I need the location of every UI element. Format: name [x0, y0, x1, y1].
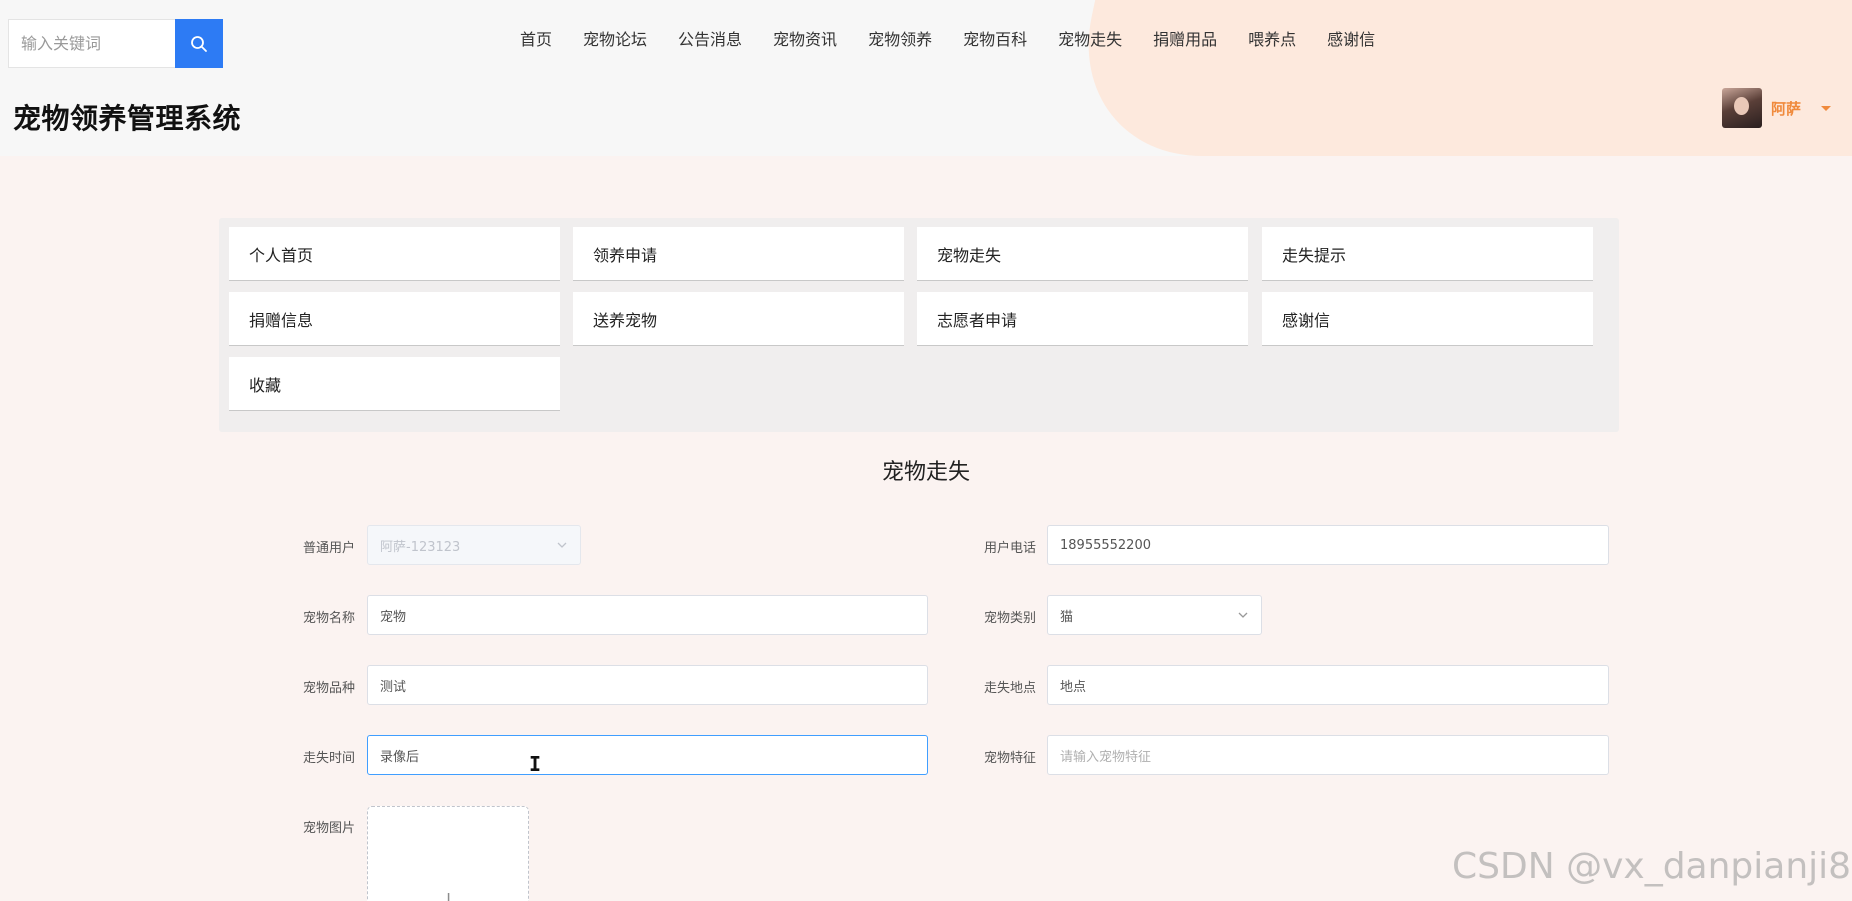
user-name[interactable]: 阿萨 [1771, 98, 1801, 119]
chevron-down-icon [1238, 612, 1248, 618]
search-input[interactable] [8, 19, 175, 68]
pet-type-label: 宠物类别 [983, 611, 1036, 626]
menu-item-rehome-pet[interactable]: 送养宠物 [573, 292, 904, 346]
lost-place-input[interactable]: 地点 [1047, 665, 1609, 705]
menu-item-donation-info[interactable]: 捐赠信息 [229, 292, 560, 346]
lost-time-input[interactable]: 录像后 [367, 735, 928, 775]
search-button[interactable] [175, 19, 223, 68]
menu-item-lost-tips[interactable]: 走失提示 [1262, 227, 1593, 281]
search-icon [191, 35, 207, 52]
caret-down-icon[interactable] [1821, 105, 1832, 111]
features-label: 宠物特征 [983, 751, 1036, 766]
image-upload-button[interactable]: + [367, 806, 529, 901]
nav-item-lost-pet[interactable]: 宠物走失 [1058, 26, 1122, 50]
menu-item-favorites[interactable]: 收藏 [229, 357, 560, 411]
watermark: CSDN @vx_danpianji889 [1452, 846, 1852, 887]
nav-item-forum[interactable]: 宠物论坛 [583, 26, 647, 50]
menu-item-volunteer-apply[interactable]: 志愿者申请 [917, 292, 1248, 346]
plus-icon: + [436, 885, 461, 901]
text-cursor-icon: I [529, 752, 542, 776]
chevron-down-icon [557, 542, 567, 548]
menu-item-lost-pet[interactable]: 宠物走失 [917, 227, 1248, 281]
menu-item-personal-home[interactable]: 个人首页 [229, 227, 560, 281]
nav-item-notice[interactable]: 公告消息 [678, 26, 742, 50]
site-title: 宠物领养管理系统 [13, 102, 242, 135]
breed-input[interactable]: 测试 [367, 665, 928, 705]
lost-time-label: 走失时间 [302, 751, 355, 766]
pet-name-input[interactable]: 宠物 [367, 595, 928, 635]
phone-input[interactable]: 18955552200 [1047, 525, 1609, 565]
nav-item-thanks-letter[interactable]: 感谢信 [1327, 26, 1375, 50]
nav-item-news[interactable]: 宠物资讯 [773, 26, 837, 50]
header-decoration [1062, 0, 1852, 156]
user-label: 普通用户 [302, 541, 355, 556]
search-box [8, 19, 223, 68]
avatar[interactable] [1722, 88, 1762, 128]
lost-place-label: 走失地点 [983, 681, 1036, 696]
form-title: 宠物走失 [881, 460, 970, 485]
top-nav: 首页 宠物论坛 公告消息 宠物资讯 宠物领养 宠物百科 宠物走失 捐赠用品 喂养… [520, 26, 1406, 50]
nav-item-home[interactable]: 首页 [520, 26, 552, 50]
nav-item-encyclopedia[interactable]: 宠物百科 [963, 26, 1027, 50]
nav-item-donation[interactable]: 捐赠用品 [1153, 26, 1217, 50]
user-select: 阿萨-123123 [367, 525, 581, 565]
personal-menu: 个人首页 领养申请 宠物走失 走失提示 捐赠信息 送养宠物 志愿者申请 感谢信 … [219, 218, 1619, 432]
menu-item-adoption-apply[interactable]: 领养申请 [573, 227, 904, 281]
menu-item-thanks-letter[interactable]: 感谢信 [1262, 292, 1593, 346]
breed-label: 宠物品种 [302, 681, 355, 696]
pet-image-label: 宠物图片 [302, 821, 355, 836]
phone-label: 用户电话 [983, 541, 1036, 556]
nav-item-adoption[interactable]: 宠物领养 [868, 26, 932, 50]
user-menu[interactable]: 阿萨 [1722, 88, 1832, 128]
pet-name-label: 宠物名称 [302, 611, 355, 626]
header: 首页 宠物论坛 公告消息 宠物资讯 宠物领养 宠物百科 宠物走失 捐赠用品 喂养… [0, 0, 1852, 156]
pet-type-select[interactable]: 猫 [1047, 595, 1262, 635]
features-input[interactable]: 请输入宠物特征 [1047, 735, 1609, 775]
nav-item-feeding-point[interactable]: 喂养点 [1248, 26, 1296, 50]
